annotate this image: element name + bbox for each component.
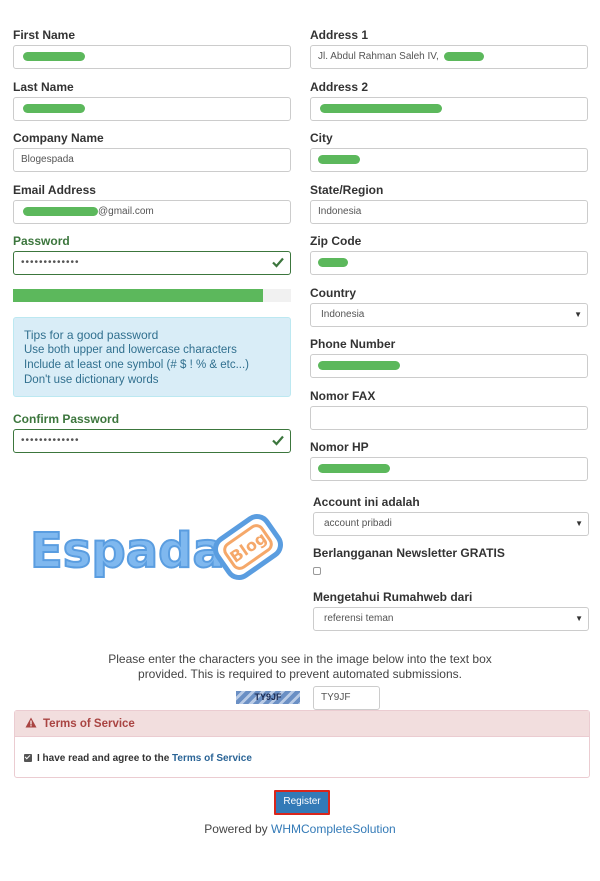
newsletter-label: Berlangganan Newsletter GRATIS xyxy=(313,546,505,560)
account-type-label: Account ini adalah xyxy=(313,495,420,509)
fax-label: Nomor FAX xyxy=(310,389,376,403)
redacted-value xyxy=(318,463,390,473)
captcha-image: TY9JF xyxy=(236,691,300,704)
chevron-down-icon: ▼ xyxy=(574,310,582,319)
password-tip: Don't use dictionary words xyxy=(24,374,159,386)
captcha-instructions: Please enter the characters you see in t… xyxy=(108,652,492,666)
password-tip: Use both upper and lowercase characters xyxy=(24,344,237,356)
zip-input[interactable] xyxy=(310,251,588,275)
password-label: Password xyxy=(13,234,70,248)
chevron-down-icon: ▼ xyxy=(575,519,583,528)
tos-heading: Terms of Service xyxy=(15,711,589,737)
redacted-value xyxy=(318,360,400,370)
state-input[interactable]: Indonesia xyxy=(310,200,588,224)
redacted-value xyxy=(23,206,98,216)
check-icon xyxy=(272,433,284,447)
hp-input[interactable] xyxy=(310,457,588,481)
chevron-down-icon: ▼ xyxy=(575,614,583,623)
footer: Powered by WHMCompleteSolution xyxy=(150,822,450,836)
first-name-input[interactable] xyxy=(13,45,291,69)
password-value: ••••••••••••• xyxy=(21,257,80,268)
captcha-instructions-2: provided. This is required to prevent au… xyxy=(138,667,462,681)
captcha-input[interactable]: TY9JF xyxy=(313,686,380,710)
phone-input[interactable] xyxy=(310,354,588,378)
password-input[interactable]: ••••••••••••• xyxy=(13,251,291,275)
email-label: Email Address xyxy=(13,183,96,197)
company-name-input[interactable]: Blogespada xyxy=(13,148,291,172)
tos-agree-text: I have read and agree to the xyxy=(37,753,170,764)
last-name-label: Last Name xyxy=(13,80,74,94)
referral-label: Mengetahui Rumahweb dari xyxy=(313,590,473,604)
redacted-value xyxy=(23,103,85,113)
tos-panel: Terms of Service I have read and agree t… xyxy=(14,710,590,778)
country-label: Country xyxy=(310,286,356,300)
city-label: City xyxy=(310,131,333,145)
password-strength-bar xyxy=(13,289,291,302)
password-tip: Include at least one symbol (# $ ! % & e… xyxy=(24,359,249,371)
redacted-value xyxy=(320,103,442,113)
referral-select[interactable]: referensi teman ▼ xyxy=(313,607,589,631)
tos-heading-text: Terms of Service xyxy=(43,718,135,730)
email-input[interactable]: @gmail.com xyxy=(13,200,291,224)
country-value: Indonesia xyxy=(321,309,365,320)
phone-label: Phone Number xyxy=(310,337,396,351)
account-type-value: account pribadi xyxy=(324,518,392,529)
state-label: State/Region xyxy=(310,183,384,197)
newsletter-checkbox[interactable] xyxy=(313,567,321,575)
redacted-value xyxy=(318,154,360,164)
password-strength-fill xyxy=(13,289,264,302)
company-name-label: Company Name xyxy=(13,131,104,145)
tos-agree-row: I have read and agree to the Terms of Se… xyxy=(24,753,252,764)
register-button[interactable]: Register xyxy=(274,790,330,815)
redacted-value xyxy=(318,257,348,267)
city-input[interactable] xyxy=(310,148,588,172)
warning-icon xyxy=(25,717,37,728)
espada-blog-logo: Espada Blog xyxy=(26,505,286,585)
referral-value: referensi teman xyxy=(324,613,394,624)
address2-label: Address 2 xyxy=(310,80,369,94)
logo-wordmark: Espada xyxy=(30,523,225,579)
first-name-label: First Name xyxy=(13,28,76,42)
hp-label: Nomor HP xyxy=(310,440,369,454)
address1-value: Jl. Abdul Rahman Saleh IV, xyxy=(318,51,439,62)
check-icon xyxy=(272,255,284,269)
last-name-input[interactable] xyxy=(13,97,291,121)
confirm-password-label: Confirm Password xyxy=(13,412,120,426)
address2-input[interactable] xyxy=(310,97,588,121)
confirm-password-input[interactable]: ••••••••••••• xyxy=(13,429,291,453)
footer-prefix: Powered by xyxy=(204,822,268,836)
redacted-value xyxy=(23,51,85,61)
whmcs-link[interactable]: WHMCompleteSolution xyxy=(271,822,396,836)
email-suffix: @gmail.com xyxy=(98,206,154,217)
tos-link[interactable]: Terms of Service xyxy=(172,753,252,764)
redacted-value xyxy=(443,51,484,61)
password-tips-panel: Tips for a good password Use both upper … xyxy=(13,317,291,397)
country-select[interactable]: Indonesia ▼ xyxy=(310,303,588,327)
account-type-select[interactable]: account pribadi ▼ xyxy=(313,512,589,536)
confirm-password-value: ••••••••••••• xyxy=(21,435,80,446)
address1-label: Address 1 xyxy=(310,28,369,42)
tos-checkbox[interactable] xyxy=(24,754,32,762)
zip-label: Zip Code xyxy=(310,234,362,248)
fax-input[interactable] xyxy=(310,406,588,430)
address1-input[interactable]: Jl. Abdul Rahman Saleh IV, xyxy=(310,45,588,69)
password-tips-title: Tips for a good password xyxy=(24,328,159,342)
